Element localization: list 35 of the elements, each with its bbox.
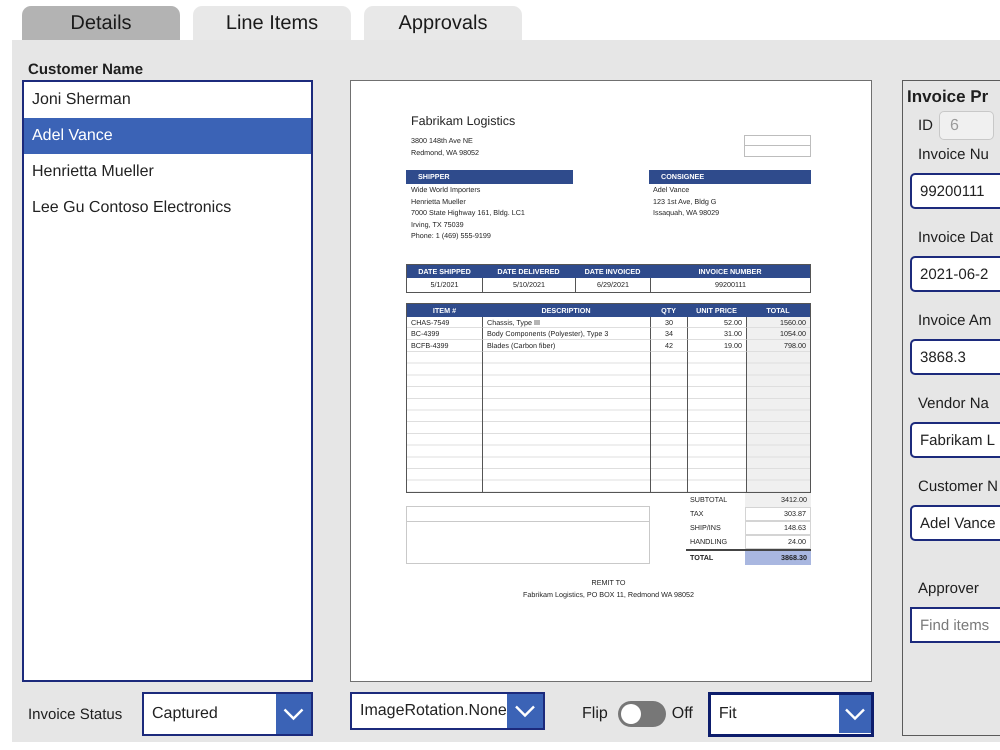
toggle-label: Flip xyxy=(582,705,608,723)
tab[interactable]: Line Items xyxy=(193,6,351,40)
blank-field xyxy=(744,135,811,146)
input-field[interactable]: 99200111 xyxy=(910,173,1000,209)
input-field[interactable]: 2021-06-2 xyxy=(910,256,1000,292)
company-name: Fabrikam Logistics xyxy=(410,114,516,128)
field-label: ID xyxy=(918,117,933,134)
field-label: Approver xyxy=(917,579,980,599)
panel-title: Invoice Pr xyxy=(907,87,990,107)
list-item[interactable]: Lee Gu Contoso Electronics xyxy=(24,190,311,226)
fit-dropdown[interactable]: Fit xyxy=(708,692,874,736)
list-item[interactable]: Henrietta Mueller xyxy=(24,154,311,190)
input-field[interactable]: Adel Vance xyxy=(910,505,1000,541)
chevron-down-icon xyxy=(276,694,311,734)
list-item[interactable]: Joni Sherman xyxy=(24,82,311,118)
rotation-dropdown[interactable]: ImageRotation.None xyxy=(350,692,545,730)
input-field[interactable]: 3868.3 xyxy=(910,339,1000,375)
list-item[interactable]: Adel Vance xyxy=(24,118,311,154)
field-label: Customer N xyxy=(917,477,1000,497)
field-label: Invoice Dat xyxy=(917,228,994,248)
flip-toggle[interactable] xyxy=(618,701,666,727)
input-field[interactable]: Fabrikam L xyxy=(910,422,1000,458)
tab[interactable]: Details xyxy=(22,6,180,40)
status-dropdown[interactable]: Captured xyxy=(142,692,313,736)
chevron-down-icon xyxy=(838,694,871,732)
field-label: Invoice Status xyxy=(27,706,122,722)
tab[interactable]: Approvals xyxy=(364,6,522,40)
blank-field xyxy=(744,146,811,157)
toggle-state: Off xyxy=(672,705,693,723)
chevron-down-icon xyxy=(507,694,543,728)
field-label: Invoice Nu xyxy=(917,145,990,165)
field-label: Invoice Am xyxy=(917,311,992,331)
search-field[interactable]: Find items xyxy=(910,607,1000,643)
field-label: Customer Name xyxy=(27,60,144,80)
field-label: Vendor Na xyxy=(917,394,990,414)
